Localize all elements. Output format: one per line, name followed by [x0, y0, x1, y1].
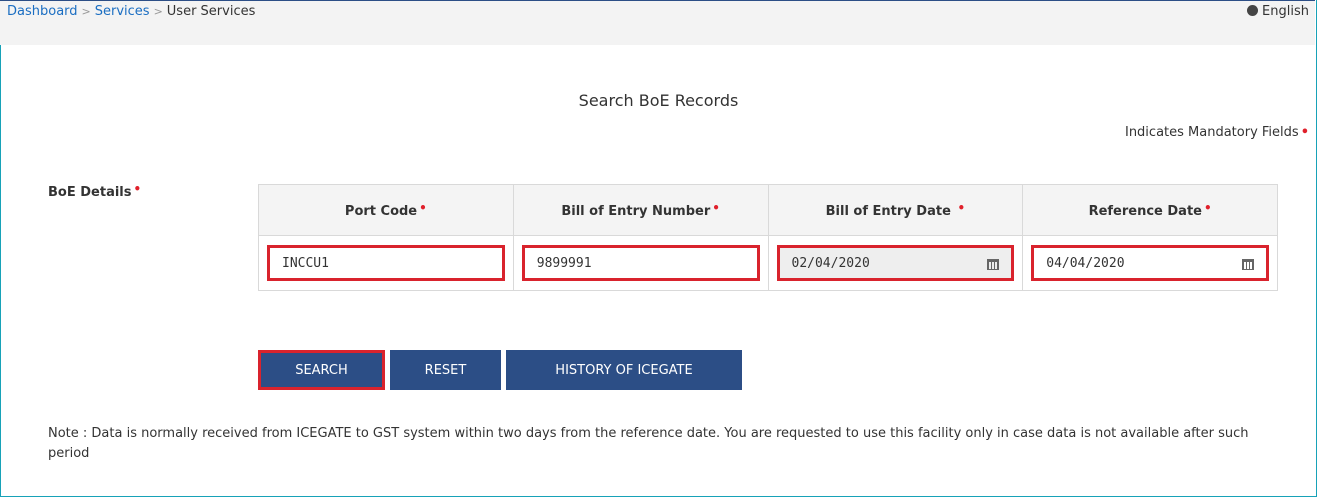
reset-button[interactable]: RESET: [390, 350, 501, 390]
header-port-code: Port Code •: [258, 184, 514, 236]
language-selector[interactable]: English: [1247, 4, 1309, 20]
port-code-input[interactable]: INCCU1: [267, 245, 505, 281]
breadcrumb-current: User Services: [166, 4, 256, 19]
boe-details-text: BoE Details: [48, 185, 132, 200]
header-reference-date-text: Reference Date: [1088, 204, 1202, 219]
cell-reference-date: 04/04/2020: [1022, 235, 1278, 291]
cell-boe-date: 02/04/2020: [767, 235, 1024, 291]
header-boe-number-text: Bill of Entry Number: [561, 204, 711, 219]
boe-details-table: Port Code • Bill of Entry Number • Bill of…: [258, 184, 1278, 291]
required-marker-icon: •: [419, 201, 427, 215]
table-row: INCCU1 9899991 02/04/2020 04/04/2020: [258, 235, 1278, 291]
bill-of-entry-date-input[interactable]: 02/04/2020: [776, 245, 1015, 281]
note-text: Note : Data is normally received from IC…: [48, 426, 1249, 461]
breadcrumb-separator-icon: >: [81, 5, 91, 18]
language-label: English: [1262, 4, 1309, 19]
required-marker-icon: •: [133, 182, 142, 196]
boe-number-value: 9899991: [536, 255, 592, 271]
header-port-code-text: Port Code: [344, 204, 418, 219]
required-marker-icon: •: [1300, 125, 1309, 140]
cell-port-code: INCCU1: [258, 235, 514, 291]
action-buttons: SEARCH RESET HISTORY OF ICEGATE: [258, 350, 747, 390]
history-of-icegate-button[interactable]: HISTORY OF ICEGATE: [506, 350, 742, 390]
bill-of-entry-number-input[interactable]: 9899991: [521, 245, 760, 281]
mandatory-fields-note: Indicates Mandatory Fields •: [1125, 125, 1309, 140]
breadcrumb-dashboard[interactable]: Dashboard: [7, 4, 78, 19]
breadcrumb-separator-icon: >: [153, 5, 163, 18]
boe-date-value: 02/04/2020: [791, 255, 870, 271]
port-code-value: INCCU1: [282, 255, 329, 271]
header-bill-of-entry-date: Bill of Entry Date •: [767, 184, 1024, 236]
globe-icon: [1247, 5, 1259, 16]
breadcrumb: Dashboard > Services > User Services: [7, 4, 255, 20]
mandatory-note-text: Indicates Mandatory Fields: [1124, 125, 1299, 140]
top-bar: Dashboard > Services > User Services English: [0, 0, 1315, 45]
calendar-icon[interactable]: [1242, 258, 1254, 270]
boe-details-label: BoE Details •: [48, 182, 141, 200]
reference-date-input[interactable]: 04/04/2020: [1031, 245, 1269, 281]
header-reference-date: Reference Date •: [1022, 184, 1278, 236]
required-marker-icon: •: [1204, 201, 1212, 215]
required-marker-icon: •: [957, 201, 966, 215]
calendar-icon[interactable]: [987, 258, 1000, 270]
breadcrumb-services[interactable]: Services: [95, 4, 150, 19]
required-marker-icon: •: [712, 201, 720, 215]
reference-date-value: 04/04/2020: [1046, 255, 1125, 271]
header-boe-date-text: Bill of Entry Date: [825, 204, 951, 219]
page-title: Search BoE Records: [578, 91, 739, 110]
search-button[interactable]: SEARCH: [258, 350, 385, 390]
table-header-row: Port Code • Bill of Entry Number • Bill of…: [258, 184, 1278, 236]
header-bill-of-entry-number: Bill of Entry Number •: [512, 184, 769, 236]
cell-boe-number: 9899991: [512, 235, 769, 291]
